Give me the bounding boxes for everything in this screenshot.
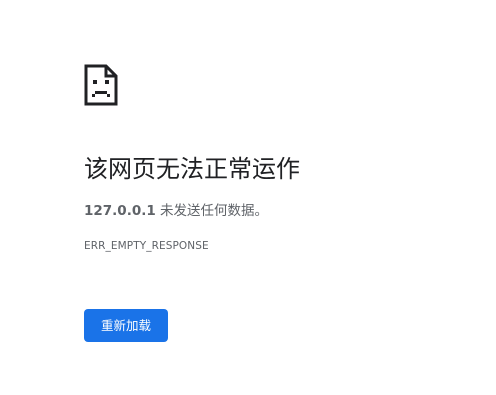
error-details: 127.0.0.1 未发送任何数据。	[84, 201, 268, 221]
reload-button[interactable]: 重新加载	[84, 309, 168, 342]
error-message: 未发送任何数据。	[155, 203, 269, 219]
page-title: 该网页无法正常运作	[84, 155, 300, 183]
error-code: ERR_EMPTY_RESPONSE	[84, 240, 209, 252]
sad-page-icon	[84, 64, 118, 106]
host-name: 127.0.0.1	[84, 203, 156, 219]
error-page: 该网页无法正常运作 127.0.0.1 未发送任何数据。 ERR_EMPTY_R…	[0, 0, 496, 395]
